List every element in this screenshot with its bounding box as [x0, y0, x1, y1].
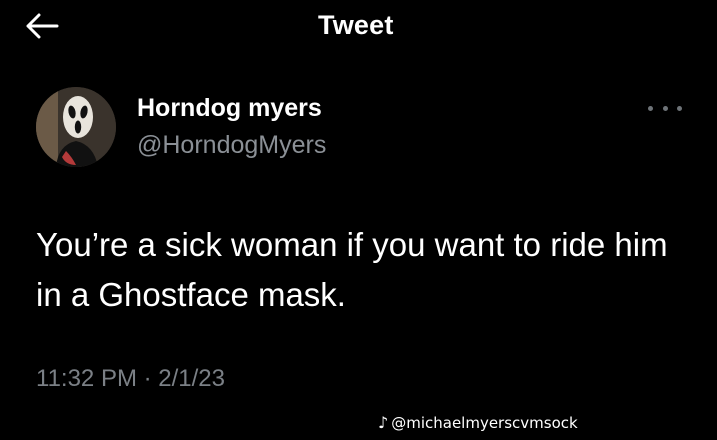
- tweet-text: You’re a sick woman if you want to ride …: [36, 226, 668, 313]
- tweet-timestamp[interactable]: 11:32 PM · 2/1/23: [36, 365, 225, 393]
- ghostface-mask-avatar: [36, 87, 116, 167]
- more-horizontal-icon: [662, 105, 668, 111]
- watermark-text: @michaelmyerscvmsock: [391, 413, 578, 432]
- back-button[interactable]: [22, 10, 62, 42]
- page-title: Tweet: [318, 10, 394, 40]
- more-horizontal-icon: [648, 105, 653, 111]
- more-horizontal-icon: [677, 105, 682, 111]
- avatar[interactable]: [36, 87, 116, 167]
- top-bar: Tweet: [0, 0, 717, 56]
- author-handle[interactable]: @HorndogMyers: [137, 131, 326, 160]
- tiktok-icon: ♪: [378, 413, 389, 432]
- author-display-name[interactable]: Horndog myers: [137, 94, 322, 123]
- watermark: ♪ @michaelmyerscvmsock: [378, 413, 578, 432]
- arrow-left-icon: [26, 13, 59, 39]
- more-options-button[interactable]: [648, 98, 682, 118]
